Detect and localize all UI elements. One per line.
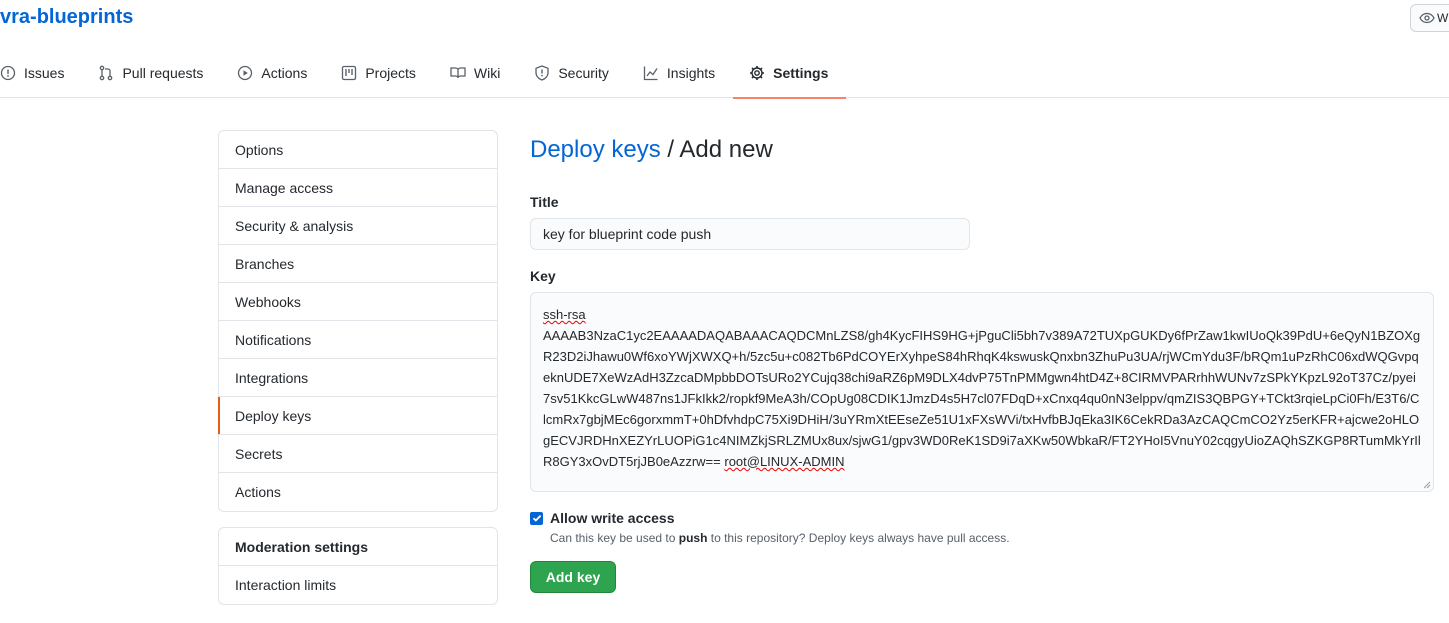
tab-actions[interactable]: Actions bbox=[237, 55, 319, 98]
title-input[interactable]: key for blueprint code push bbox=[530, 218, 970, 250]
tab-pull-requests-label: Pull requests bbox=[122, 64, 204, 81]
tab-wiki-label: Wiki bbox=[473, 64, 501, 81]
tab-actions-label: Actions bbox=[261, 64, 308, 81]
sidebar-item-interaction-limits[interactable]: Interaction limits bbox=[219, 566, 497, 604]
repo-name-link[interactable]: vra-blueprints bbox=[0, 6, 133, 29]
sidebar-item-actions[interactable]: Actions bbox=[219, 473, 497, 511]
key-comment: root@LINUX-ADMIN bbox=[724, 454, 845, 469]
add-key-button[interactable]: Add key bbox=[530, 561, 616, 593]
play-icon bbox=[238, 65, 253, 80]
sidebar-item-options[interactable]: Options bbox=[219, 131, 497, 169]
tab-issues[interactable]: Issues bbox=[0, 55, 76, 98]
settings-sidebar: Options Manage access Security & analysi… bbox=[218, 130, 498, 512]
moderation-sidebar: Moderation settings Interaction limits bbox=[218, 527, 498, 605]
allow-write-row: Allow write access bbox=[530, 510, 675, 526]
allow-write-label[interactable]: Allow write access bbox=[550, 510, 675, 526]
sidebar-item-notifications[interactable]: Notifications bbox=[219, 321, 497, 359]
gear-icon bbox=[750, 65, 765, 80]
resize-handle-icon[interactable] bbox=[1423, 481, 1431, 489]
tab-settings-label: Settings bbox=[773, 64, 829, 81]
tab-projects[interactable]: Projects bbox=[341, 55, 428, 98]
tab-issues-label: Issues bbox=[24, 64, 65, 81]
tab-insights-label: Insights bbox=[666, 64, 716, 81]
tab-insights[interactable]: Insights bbox=[643, 55, 727, 98]
key-prefix: ssh-rsa bbox=[543, 307, 586, 322]
graph-icon bbox=[643, 66, 658, 80]
shield-icon bbox=[535, 64, 549, 81]
key-body: AAAAB3NzaC1yc2EAAAADAQABAAACAQDCMnLZS8/g… bbox=[543, 328, 1421, 469]
check-icon bbox=[532, 514, 541, 522]
sidebar-item-integrations[interactable]: Integrations bbox=[219, 359, 497, 397]
sidebar-item-webhooks[interactable]: Webhooks bbox=[219, 283, 497, 321]
repo-tabs: Issues Pull requests Actions Projects Wi… bbox=[0, 55, 862, 99]
watch-label: W bbox=[1437, 11, 1449, 25]
title-label: Title bbox=[530, 194, 559, 210]
page-title: Deploy keys / Add new bbox=[530, 135, 1434, 169]
key-textarea[interactable]: ssh-rsa AAAAB3NzaC1yc2EAAAADAQABAAACAQDC… bbox=[530, 292, 1434, 492]
project-icon bbox=[342, 65, 357, 80]
moderation-heading: Moderation settings bbox=[219, 528, 497, 566]
breadcrumb-deploy-keys[interactable]: Deploy keys bbox=[530, 136, 661, 163]
allow-write-note: Can this key be used to push to this rep… bbox=[550, 531, 1010, 545]
eye-icon bbox=[1419, 12, 1435, 24]
page-title-text: Add new bbox=[679, 136, 773, 163]
book-icon bbox=[450, 66, 466, 78]
issue-opened-icon bbox=[0, 65, 16, 80]
sidebar-item-security-analysis[interactable]: Security & analysis bbox=[219, 207, 497, 245]
allow-write-note-bold: push bbox=[678, 531, 708, 545]
sidebar-item-secrets[interactable]: Secrets bbox=[219, 435, 497, 473]
watch-button[interactable]: W bbox=[1410, 4, 1449, 32]
allow-write-checkbox[interactable] bbox=[530, 511, 543, 525]
sidebar-item-deploy-keys[interactable]: Deploy keys bbox=[218, 397, 497, 435]
key-label: Key bbox=[530, 268, 556, 284]
allow-write-note-pre: Can this key be used to bbox=[550, 531, 679, 545]
tab-projects-label: Projects bbox=[365, 64, 416, 81]
tab-security[interactable]: Security bbox=[534, 55, 621, 98]
sidebar-item-branches[interactable]: Branches bbox=[219, 245, 497, 283]
allow-write-note-post: to this repository? Deploy keys always h… bbox=[707, 531, 1010, 545]
repo-header: vra-blueprints W Issues Pull requests Ac… bbox=[0, 0, 1449, 99]
sidebar-item-manage-access[interactable]: Manage access bbox=[219, 169, 497, 207]
breadcrumb-separator: / bbox=[660, 136, 680, 163]
tab-settings[interactable]: Settings bbox=[733, 55, 847, 99]
main-content: Deploy keys / Add new Title key for blue… bbox=[530, 130, 1434, 593]
tab-security-label: Security bbox=[558, 64, 609, 81]
git-pull-request-icon bbox=[100, 65, 113, 80]
tab-pull-requests[interactable]: Pull requests bbox=[98, 55, 215, 98]
tab-wiki[interactable]: Wiki bbox=[450, 55, 512, 98]
